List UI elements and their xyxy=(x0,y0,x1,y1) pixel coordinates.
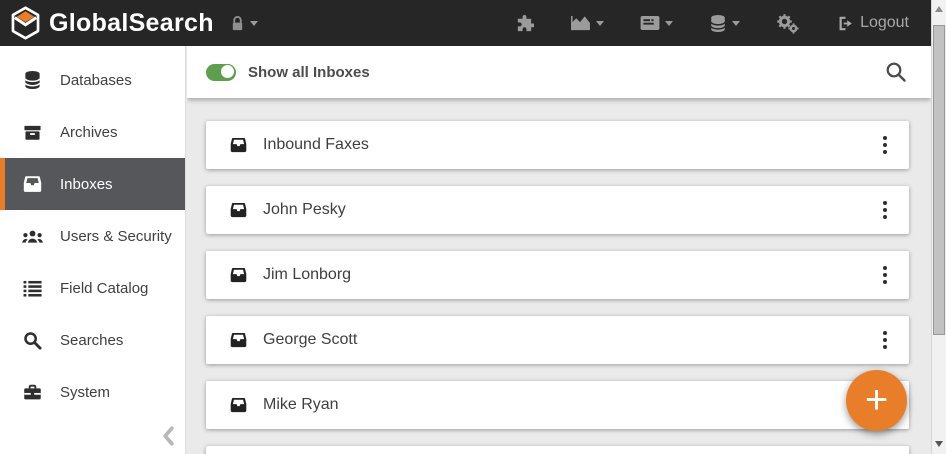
nav-settings-button[interactable] xyxy=(776,13,799,34)
inbox-icon xyxy=(230,267,247,283)
scroll-down-arrow-icon[interactable] xyxy=(935,441,943,447)
sidebar-item-label: System xyxy=(60,383,111,401)
sign-out-icon xyxy=(839,16,852,30)
inbox-row-john-pesky[interactable]: John Pesky xyxy=(206,186,909,234)
sidebar-item-label: Inboxes xyxy=(60,175,113,193)
sidebar-item-label: Users & Security xyxy=(60,227,172,245)
inbox-row-mike-ryan[interactable]: Mike Ryan xyxy=(206,381,909,429)
inbox-list: Inbound Faxes John Pesky Jim Lonborg Geo… xyxy=(187,98,931,454)
row-menu-button[interactable] xyxy=(877,260,893,290)
toggle-knob xyxy=(220,64,235,79)
inbox-icon xyxy=(21,175,43,193)
app-title: GlobalSearch xyxy=(49,8,214,37)
content-area: Show all Inboxes Inbound Faxes John Pesk… xyxy=(187,46,931,454)
nav-queues-button[interactable] xyxy=(640,15,674,31)
sidebar-item-users-security[interactable]: Users & Security xyxy=(0,210,185,262)
sidebar-item-label: Archives xyxy=(60,123,118,141)
search-icon xyxy=(886,62,906,82)
row-menu-button[interactable] xyxy=(877,325,893,355)
inbox-name: George Scott xyxy=(263,331,358,348)
inbox-icon xyxy=(230,202,247,218)
nav-reports-button[interactable] xyxy=(570,15,605,32)
row-menu-button[interactable] xyxy=(877,130,893,160)
inbox-icon xyxy=(230,137,247,153)
briefcase-icon xyxy=(21,383,43,401)
sidebar: Databases Archives Inboxes Users & Secur… xyxy=(0,46,186,454)
sidebar-item-system[interactable]: System xyxy=(0,366,185,418)
top-bar: GlobalSearch Logout xyxy=(0,0,931,46)
inbox-name: Inbound Faxes xyxy=(263,136,369,153)
area-chart-icon xyxy=(571,15,591,30)
inbox-icon xyxy=(230,397,247,413)
chevron-down-icon xyxy=(665,20,674,26)
sidebar-item-searches[interactable]: Searches xyxy=(0,314,185,366)
users-icon xyxy=(21,229,43,244)
inbox-row-inbound-faxes[interactable]: Inbound Faxes xyxy=(206,121,909,169)
inbox-name: John Pesky xyxy=(263,201,346,218)
scroll-up-arrow-icon[interactable] xyxy=(935,6,943,12)
sidebar-item-label: Databases xyxy=(60,71,132,89)
scrollbar-thumb[interactable] xyxy=(933,25,945,335)
logout-button[interactable]: Logout xyxy=(837,14,909,32)
chevron-left-icon xyxy=(163,426,174,446)
globalsearch-app: GlobalSearch Logout Databases Archives I… xyxy=(0,0,931,454)
logout-label: Logout xyxy=(860,14,909,31)
globalsearch-logo-icon xyxy=(11,6,40,40)
inbox-name: Jim Lonborg xyxy=(263,266,352,283)
inbox-row-george-scott[interactable]: George Scott xyxy=(206,316,909,364)
app-logo: GlobalSearch xyxy=(10,6,214,40)
chevron-down-icon xyxy=(249,20,258,26)
sidebar-item-databases[interactable]: Databases xyxy=(0,54,185,106)
database-icon xyxy=(21,70,43,90)
add-inbox-fab[interactable]: + xyxy=(846,370,907,431)
row-menu-button[interactable] xyxy=(877,195,893,225)
sidebar-item-inboxes[interactable]: Inboxes xyxy=(0,158,185,210)
database-icon xyxy=(710,14,726,32)
chevron-down-icon xyxy=(596,20,605,26)
search-button[interactable] xyxy=(885,61,907,83)
lock-icon xyxy=(232,15,242,30)
inbox-name: Mike Ryan xyxy=(263,396,339,413)
toggle-label: Show all Inboxes xyxy=(248,63,370,81)
inbox-row-jim-lonborg[interactable]: Jim Lonborg xyxy=(206,251,909,299)
top-nav-icons xyxy=(515,13,799,34)
sidebar-item-label: Searches xyxy=(60,331,124,349)
sidebar-item-label: Field Catalog xyxy=(60,279,149,297)
lock-menu-button[interactable] xyxy=(230,15,258,32)
search-icon xyxy=(21,331,43,350)
server-list-icon xyxy=(640,15,660,31)
show-all-inboxes-toggle[interactable] xyxy=(206,63,236,81)
gears-icon xyxy=(777,13,799,34)
sidebar-item-archives[interactable]: Archives xyxy=(0,106,185,158)
sidebar-collapse-button[interactable] xyxy=(162,426,175,446)
nav-databases-button[interactable] xyxy=(709,14,741,33)
sidebar-item-field-catalog[interactable]: Field Catalog xyxy=(0,262,185,314)
list-icon xyxy=(21,280,43,297)
inboxes-toolbar: Show all Inboxes xyxy=(187,46,931,98)
inbox-icon xyxy=(230,332,247,348)
vertical-scrollbar[interactable] xyxy=(931,0,946,454)
nav-puzzle-button[interactable] xyxy=(515,14,535,33)
chevron-down-icon xyxy=(732,20,741,26)
archive-icon xyxy=(21,123,43,142)
inbox-row-partial[interactable] xyxy=(206,446,909,454)
puzzle-icon xyxy=(517,14,535,31)
